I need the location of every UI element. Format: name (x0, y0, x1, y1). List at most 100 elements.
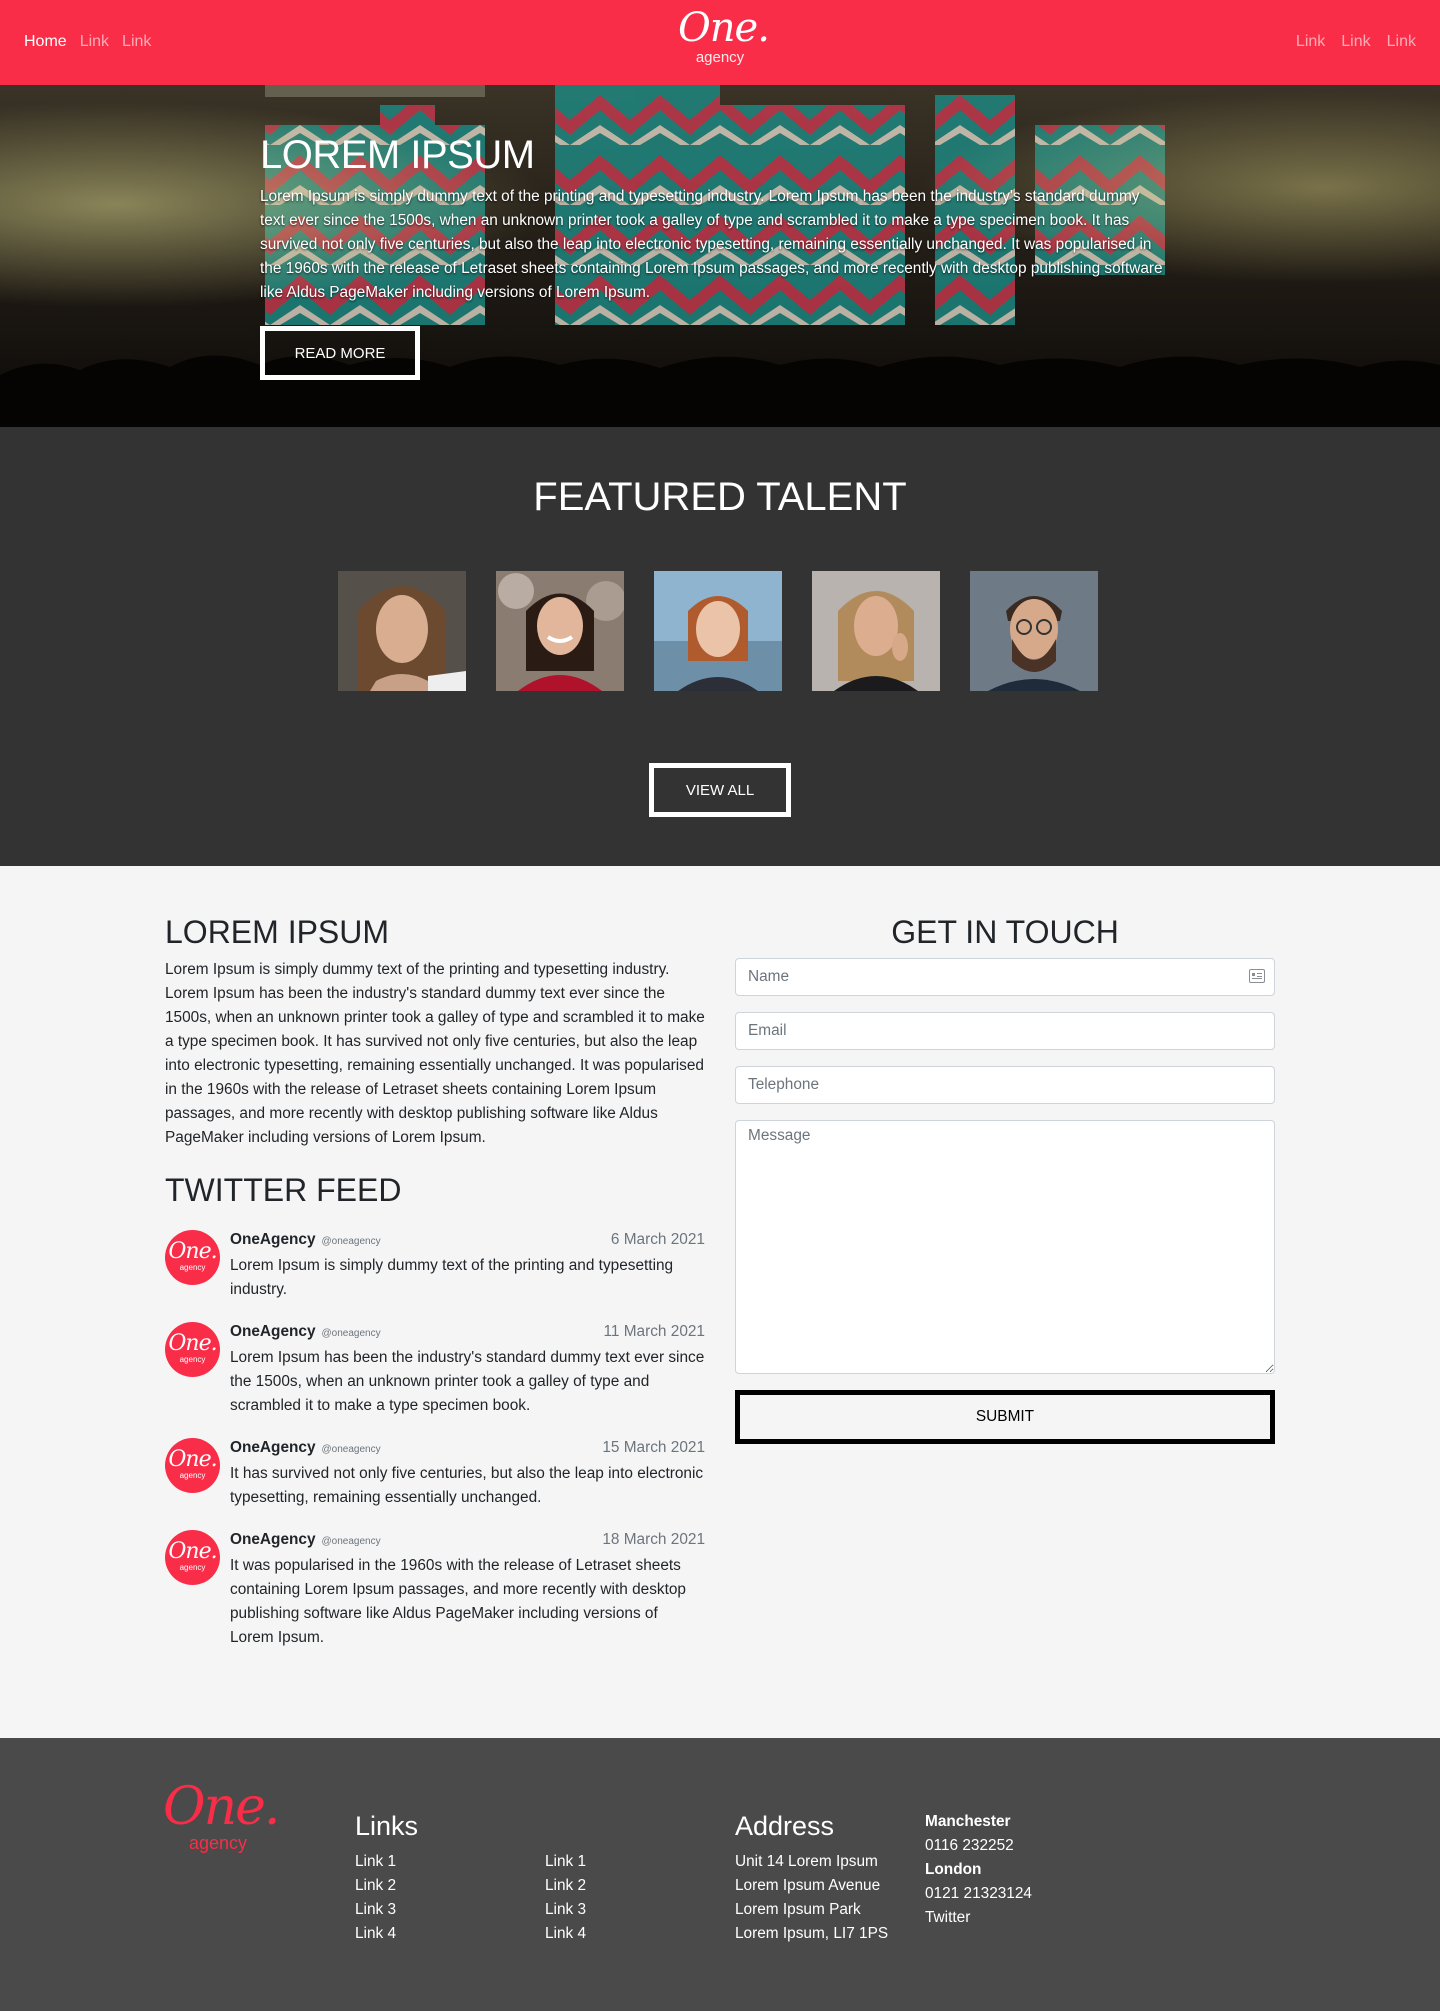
avatar-logo-one: One. (168, 1331, 217, 1356)
footer-link[interactable]: Link 1 (545, 1853, 586, 1870)
footer-contact: Manchester 0116 232252 London 0121 21323… (925, 1810, 1032, 1930)
footer-links-title: Links (355, 1811, 419, 1841)
tweet-text: Lorem Ipsum has been the industry's stan… (230, 1349, 705, 1414)
footer-link[interactable]: Link 1 (355, 1853, 396, 1870)
tweet-handle: @oneagency (321, 1536, 381, 1547)
twitter-feed-title: TWITTER FEED (165, 1172, 402, 1208)
avatar-logo-one: One. (168, 1239, 217, 1264)
footer-address-title: Address (735, 1811, 835, 1841)
tweet: One. agency OneAgency @oneagency 6 March… (165, 1228, 705, 1302)
address-line: Unit 14 Lorem Ipsum (735, 1853, 878, 1870)
nav-link[interactable]: Link (122, 33, 151, 51)
hero-title: LOREM IPSUM (260, 133, 535, 177)
telephone-field-wrapper (735, 1066, 1275, 1104)
tweet-date: 11 March 2021 (603, 1323, 705, 1340)
contact-column: GET IN TOUCH SUBMIT (735, 914, 1275, 1444)
footer-link[interactable]: Link 3 (545, 1901, 586, 1918)
footer-link[interactable]: Link 2 (545, 1877, 586, 1894)
telephone-input[interactable] (735, 1066, 1275, 1104)
name-field-wrapper (735, 958, 1275, 996)
brand-logo-agency: agency (695, 49, 745, 66)
tweet: One. agency OneAgency @oneagency 18 Marc… (165, 1528, 705, 1650)
nav-link[interactable]: Link (1341, 33, 1370, 51)
footer-link[interactable]: Link 4 (355, 1925, 396, 1942)
address-line: Lorem Ipsum Park (735, 1901, 861, 1918)
tweet-date: 6 March 2021 (610, 1231, 705, 1248)
read-more-button[interactable]: READ MORE (260, 326, 420, 380)
name-input[interactable] (735, 958, 1275, 996)
talent-photo[interactable] (338, 571, 466, 691)
talent-photo[interactable] (496, 571, 624, 691)
tweet-avatar: One. agency (165, 1322, 220, 1377)
hero-section: LOREM IPSUM Lorem Ipsum is simply dummy … (0, 85, 1440, 427)
view-all-button[interactable]: VIEW ALL (649, 763, 791, 817)
tweet-handle: @oneagency (321, 1444, 381, 1455)
address-line: Lorem Ipsum Avenue (735, 1877, 881, 1894)
footer-link[interactable]: Link 4 (545, 1925, 586, 1942)
footer-link[interactable]: Link 3 (355, 1901, 396, 1918)
footer-address: Unit 14 Lorem Ipsum Lorem Ipsum Avenue L… (735, 1850, 888, 1946)
tweet-header: OneAgency @oneagency 11 March 2021 (230, 1320, 705, 1346)
manchester-label: Manchester (925, 1813, 1011, 1830)
tweet-header: OneAgency @oneagency 15 March 2021 (230, 1436, 705, 1462)
main-section: LOREM IPSUM Lorem Ipsum is simply dummy … (0, 866, 1440, 1738)
submit-button[interactable]: SUBMIT (735, 1390, 1275, 1444)
address-line: Lorem Ipsum, LI7 1PS (735, 1925, 889, 1942)
london-phone[interactable]: 0121 21323124 (925, 1882, 1032, 1906)
nav-right: Link Link Link (1296, 33, 1416, 51)
hero-text: Lorem Ipsum is simply dummy text of the … (260, 188, 1163, 301)
footer-links-col2: Link 1 Link 2 Link 3 Link 4 (545, 1850, 586, 1946)
tweet-header: OneAgency @oneagency 18 March 2021 (230, 1528, 705, 1554)
featured-talent-section: FEATURED TALENT VIEW ALL (0, 427, 1440, 866)
talent-photo[interactable] (970, 571, 1098, 691)
footer-logo[interactable]: One. agency (163, 1777, 280, 1852)
contact-card-icon (1249, 969, 1265, 983)
tweet-avatar: One. agency (165, 1438, 220, 1493)
tweet-handle: @oneagency (321, 1236, 381, 1247)
tweet-date: 18 March 2021 (602, 1531, 705, 1548)
brand-logo[interactable]: One. agency (678, 5, 770, 76)
london-label: London (925, 1861, 982, 1878)
tweet-handle: @oneagency (321, 1328, 381, 1339)
tweet-avatar: One. agency (165, 1530, 220, 1585)
footer-link[interactable]: Link 2 (355, 1877, 396, 1894)
talent-photo[interactable] (654, 571, 782, 691)
avatar-logo-agency: agency (179, 1263, 206, 1272)
avatar-logo-agency: agency (179, 1355, 206, 1364)
email-input[interactable] (735, 1012, 1275, 1050)
tweet-text: Lorem Ipsum is simply dummy text of the … (230, 1257, 674, 1298)
email-field-wrapper (735, 1012, 1275, 1050)
avatar-logo-one: One. (168, 1447, 217, 1472)
tweet-date: 15 March 2021 (602, 1439, 705, 1456)
nav-home-link[interactable]: Home (24, 33, 67, 51)
tweet-author: OneAgency (230, 1531, 316, 1548)
avatar-logo-agency: agency (179, 1471, 206, 1480)
tweet-avatar: One. agency (165, 1230, 220, 1285)
left-column: LOREM IPSUM Lorem Ipsum is simply dummy … (165, 914, 705, 1650)
manchester-phone[interactable]: 0116 232252 (925, 1834, 1032, 1858)
message-field-wrapper (735, 1120, 1275, 1374)
nav-link[interactable]: Link (1387, 33, 1416, 51)
tweet-header: OneAgency @oneagency 6 March 2021 (230, 1228, 705, 1254)
footer-links-col1: Link 1 Link 2 Link 3 Link 4 (355, 1850, 396, 1946)
tweet-text: It was popularised in the 1960s with the… (230, 1557, 686, 1646)
twitter-link[interactable]: Twitter (925, 1906, 1032, 1930)
tweet-text: It has survived not only five centuries,… (230, 1465, 704, 1506)
nav-link[interactable]: Link (1296, 33, 1325, 51)
tweet: One. agency OneAgency @oneagency 15 Marc… (165, 1436, 705, 1510)
brand-logo-one: One. (678, 5, 770, 51)
navbar: Home Link Link One. agency Link Link Lin… (0, 0, 1440, 85)
nav-left: Home Link Link (24, 33, 151, 51)
footer: One. agency Links Link 1 Link 2 Link 3 L… (0, 1738, 1440, 2011)
footer-logo-one: One. (163, 1777, 280, 1837)
tweet-author: OneAgency (230, 1323, 316, 1340)
talent-photo[interactable] (812, 571, 940, 691)
avatar-logo-one: One. (168, 1539, 217, 1564)
nav-link[interactable]: Link (80, 33, 109, 51)
contact-title: GET IN TOUCH (891, 914, 1119, 950)
message-textarea[interactable] (735, 1120, 1275, 1374)
tweet-author: OneAgency (230, 1231, 316, 1248)
about-text: Lorem Ipsum is simply dummy text of the … (165, 961, 705, 1146)
tweet: One. agency OneAgency @oneagency 11 Marc… (165, 1320, 705, 1418)
featured-talent-title: FEATURED TALENT (533, 475, 907, 519)
